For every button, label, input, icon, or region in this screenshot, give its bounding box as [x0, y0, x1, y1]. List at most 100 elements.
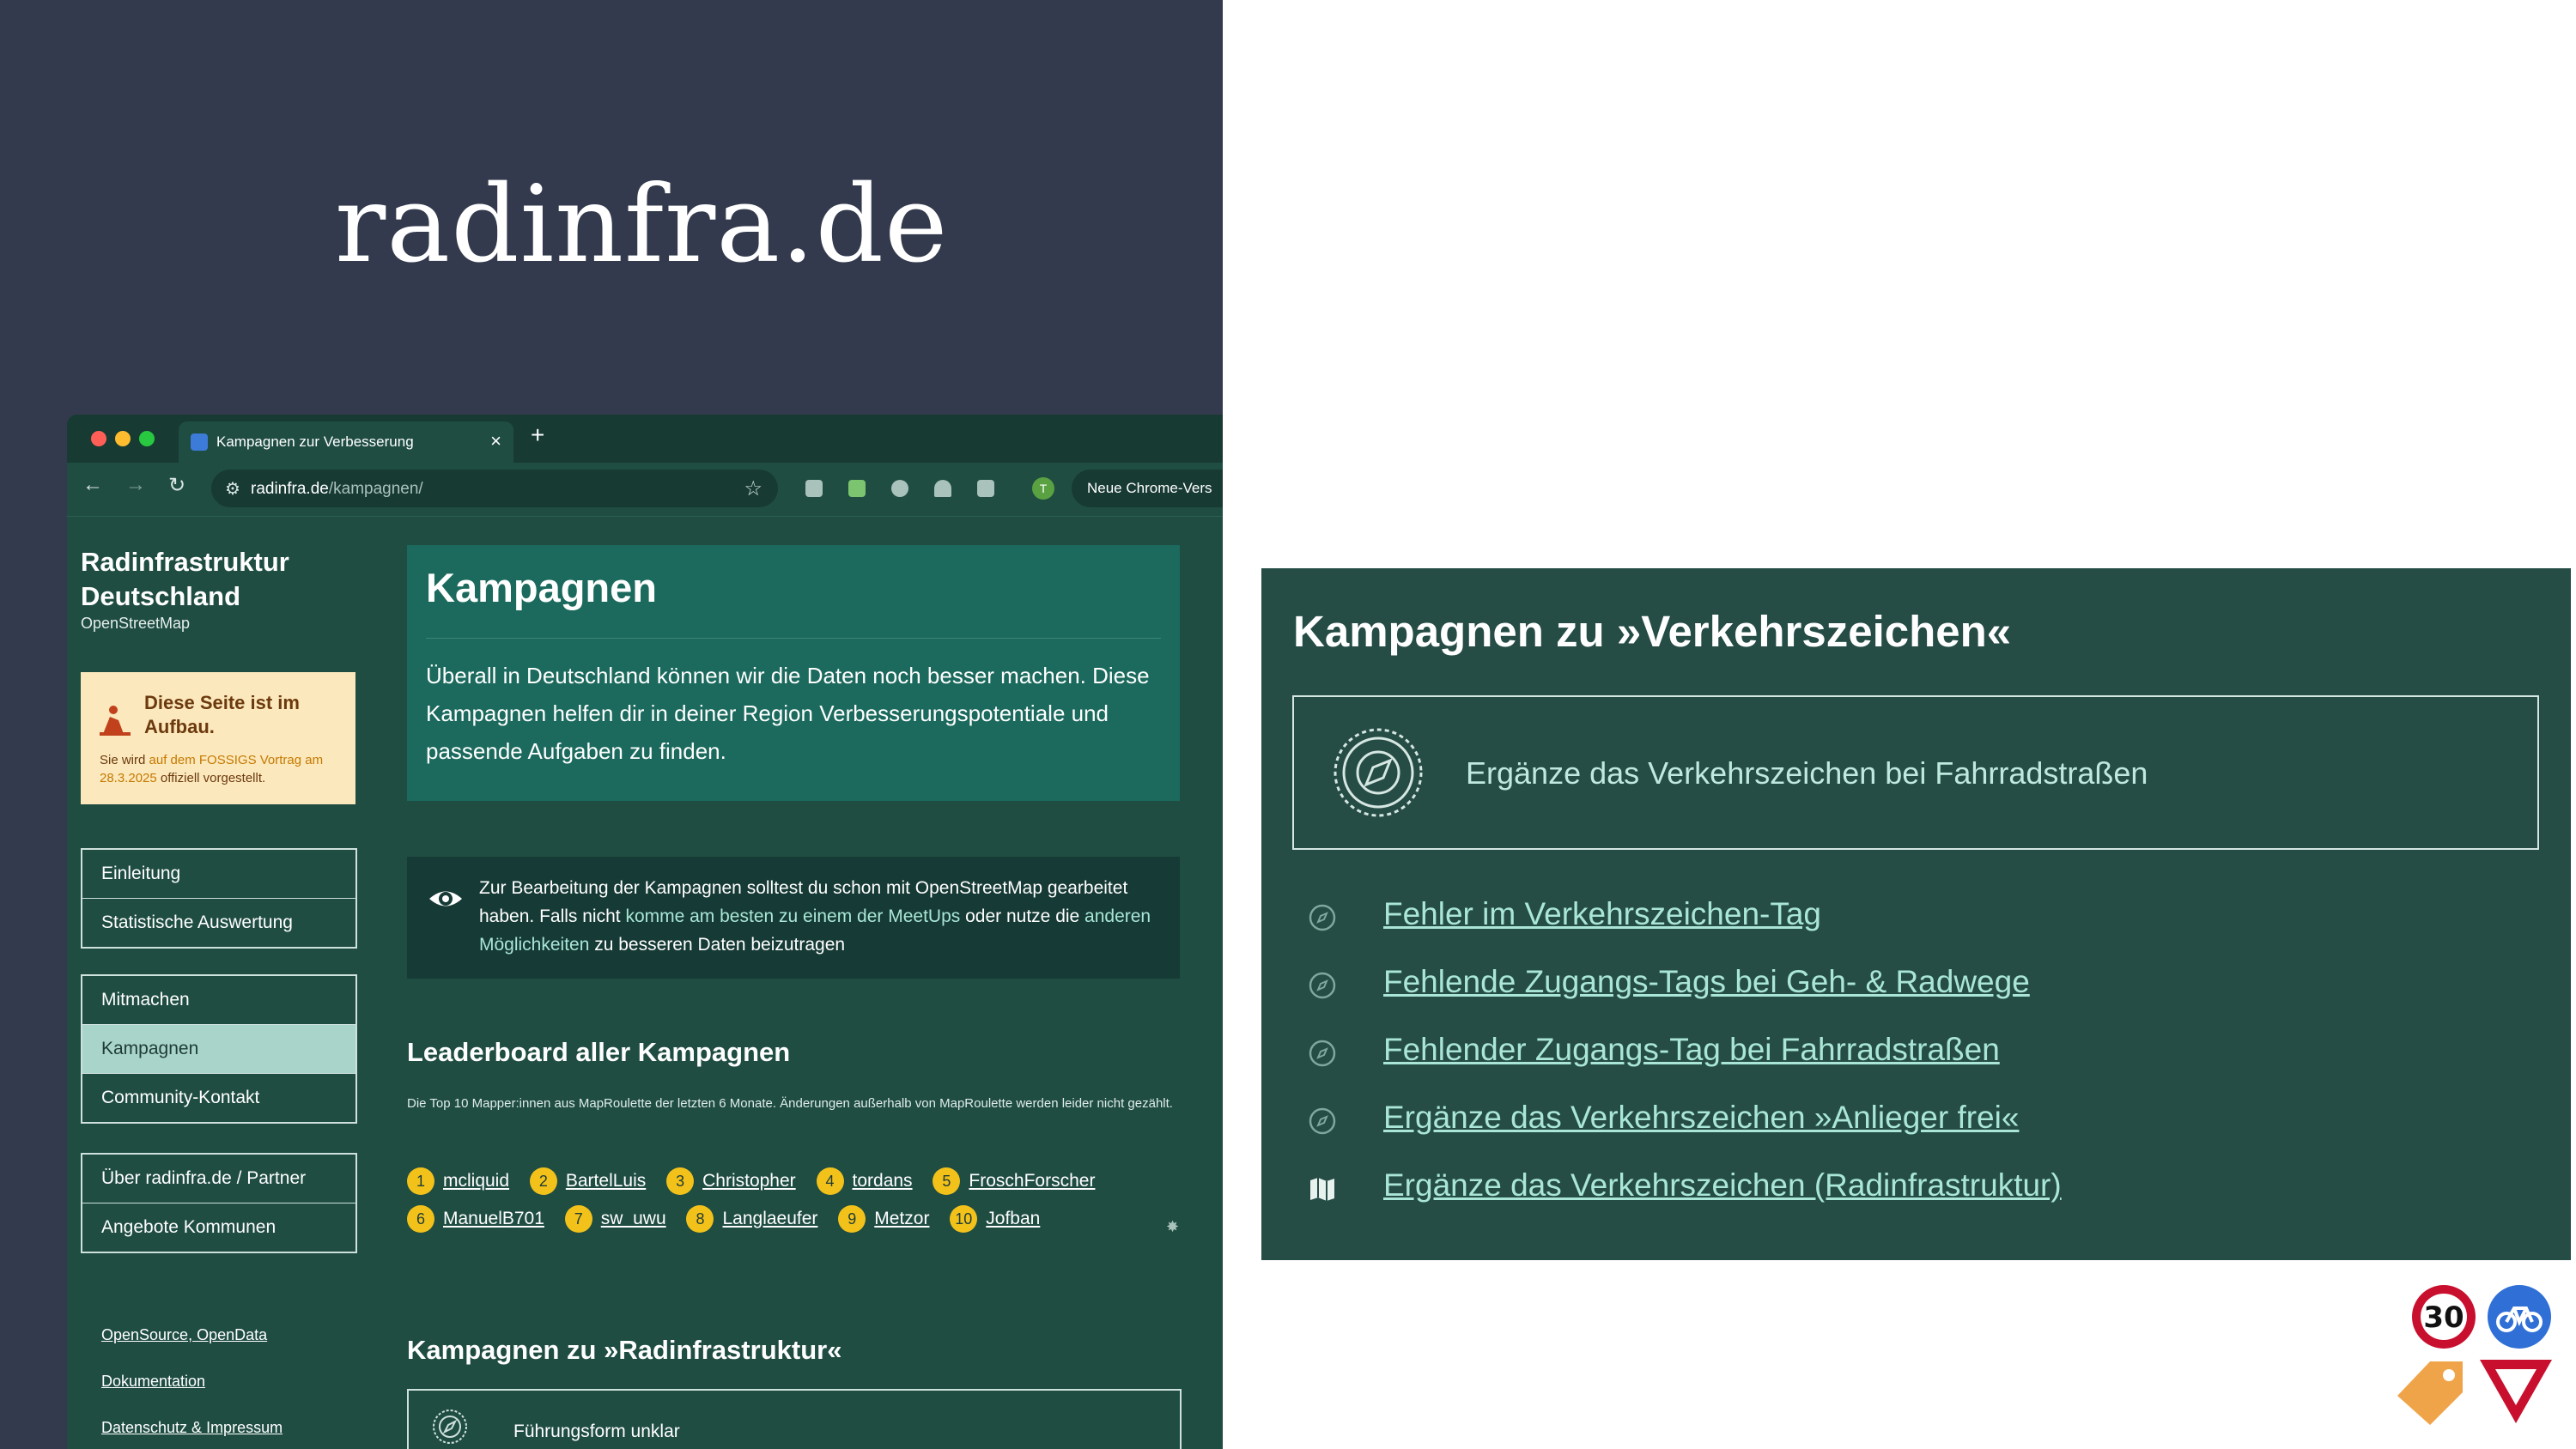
map-extension-icon[interactable] — [848, 480, 866, 497]
forward-arrow-icon[interactable]: → — [125, 473, 146, 497]
rank-badge: 1 — [407, 1167, 434, 1195]
compass-icon — [1309, 972, 1336, 999]
compass-icon — [1334, 728, 1423, 817]
footer-link-privacy[interactable]: Datenschutz & Impressum — [101, 1419, 283, 1437]
leaderboard-entry[interactable]: 3 Christopher — [666, 1167, 796, 1195]
close-window-button[interactable] — [91, 431, 106, 446]
rank-badge: 5 — [933, 1167, 961, 1195]
new-tab-button[interactable]: + — [531, 421, 544, 449]
chrome-update-button[interactable]: Neue Chrome-Vers — [1072, 470, 1223, 507]
map-icon — [1310, 1178, 1334, 1201]
nav-item-kommunen[interactable]: Angebote Kommunen — [82, 1203, 355, 1252]
mapper-name[interactable]: Metzor — [874, 1209, 929, 1228]
maximize-window-button[interactable] — [139, 431, 155, 446]
leaderboard-entry[interactable]: 4 tordans — [816, 1167, 913, 1195]
profile-avatar[interactable]: T — [1032, 477, 1054, 500]
speed-limit-value: 30 — [2423, 1300, 2464, 1335]
nav-item-mitmachen[interactable]: Mitmachen — [82, 976, 355, 1025]
zoom-section-title: Kampagnen zu »Verkehrszeichen« — [1293, 607, 2012, 656]
minimize-window-button[interactable] — [115, 431, 131, 446]
rank-badge: 6 — [407, 1205, 434, 1233]
mapper-name[interactable]: Langlaeufer — [722, 1209, 817, 1228]
featured-campaign-card[interactable]: Ergänze das Verkehrszeichen bei Fahrrads… — [1292, 695, 2539, 850]
favicon-icon — [191, 433, 208, 451]
compass-icon — [1309, 1107, 1336, 1135]
nav-item-community[interactable]: Community-Kontakt — [82, 1074, 355, 1122]
leaderboard-entry[interactable]: 5 FroschForscher — [933, 1167, 1095, 1195]
leaderboard-row-2: 6 ManuelB701 7 sw_uwu 8 Langlaeufer 9 Metzor… — [407, 1205, 1197, 1233]
leaderboard-entry[interactable]: 9 Metzor — [838, 1205, 929, 1233]
footer-link-docs[interactable]: Dokumentation — [101, 1373, 205, 1391]
slide-title: radinfra.de — [335, 163, 949, 287]
rank-badge: 3 — [666, 1167, 695, 1195]
meetups-link[interactable]: komme am besten zu einem der MeetUps — [625, 906, 960, 926]
compass-icon — [1309, 1040, 1336, 1067]
construction-worker-icon — [100, 706, 131, 736]
notice-text: Sie wird auf dem FOSSIGS Vortrag am 28.3… — [100, 753, 324, 785]
mapper-name[interactable]: BartelLuis — [566, 1171, 646, 1191]
extension-icon[interactable] — [805, 480, 823, 497]
rank-badge: 2 — [529, 1167, 557, 1195]
campaign-card[interactable]: Führungsform unklar — [407, 1389, 1182, 1449]
hero-box: Kampagnen Überall in Deutschland können … — [407, 545, 1180, 801]
bug-icon[interactable]: ✸ — [1166, 1218, 1179, 1236]
cloud-extension-icon[interactable] — [934, 480, 951, 497]
nav-item-kampagnen[interactable]: Kampagnen — [82, 1025, 355, 1074]
tab-close-icon[interactable]: × — [490, 430, 501, 452]
slide-left-panel: radinfra.de Kampagnen zur Verbesserung ×… — [0, 0, 1223, 1449]
leaderboard-entry[interactable]: 10 Jofban — [950, 1205, 1040, 1233]
hero-divider — [426, 638, 1161, 639]
mapper-name[interactable]: Christopher — [702, 1171, 796, 1191]
rank-badge: 8 — [686, 1205, 714, 1233]
mapper-name[interactable]: ManuelB701 — [443, 1209, 544, 1228]
leaderboard-title: Leaderboard aller Kampagnen — [407, 1037, 791, 1067]
site-title[interactable]: Radinfrastruktur Deutschland — [81, 545, 330, 614]
speed-limit-sign-icon: 30 — [2412, 1285, 2476, 1349]
campaign-link[interactable]: Ergänze das Verkehrszeichen »Anlieger fr… — [1383, 1100, 2019, 1136]
nav-item-einleitung[interactable]: Einleitung — [82, 850, 355, 899]
campaign-title[interactable]: Führungsform unklar — [513, 1422, 680, 1442]
leaderboard-entry[interactable]: 8 Langlaeufer — [686, 1205, 817, 1233]
bicycle-sign-icon — [2488, 1285, 2551, 1349]
rank-badge: 10 — [950, 1205, 978, 1233]
campaign-link[interactable]: Fehlender Zugangs-Tag bei Fahrradstraßen — [1383, 1032, 2000, 1068]
rank-badge: 9 — [838, 1205, 866, 1233]
nav-item-statistik[interactable]: Statistische Auswertung — [82, 899, 355, 947]
mapper-name[interactable]: tordans — [853, 1171, 913, 1191]
campaign-link[interactable]: Ergänze das Verkehrszeichen (Radinfrastr… — [1383, 1167, 2062, 1203]
nav-group-intro: Einleitung Statistische Auswertung — [81, 848, 357, 949]
mapper-name[interactable]: sw_uwu — [601, 1209, 666, 1228]
notice-title: Diese Seite ist im Aufbau. — [144, 692, 300, 737]
eye-icon — [429, 891, 462, 906]
footer-link-opensource[interactable]: OpenSource, OpenData — [101, 1326, 267, 1344]
mapper-name[interactable]: FroschForscher — [969, 1171, 1095, 1191]
mapper-name[interactable]: mcliquid — [443, 1171, 509, 1191]
puzzle-extensions-icon[interactable] — [977, 480, 994, 497]
campaign-link[interactable]: Fehlende Zugangs-Tags bei Geh- & Radwege — [1383, 964, 2030, 1000]
page-title: Kampagnen — [426, 565, 657, 610]
browser-tab[interactable]: Kampagnen zur Verbesserung × — [179, 421, 513, 463]
section-title-radinfra: Kampagnen zu »Radinfrastruktur« — [407, 1335, 842, 1365]
browser-toolbar: ← → ↻ ⚙ radinfra.de/kampagnen/ ☆ T Neue … — [67, 463, 1223, 517]
info-extension-icon[interactable] — [891, 480, 908, 497]
leaderboard-entry[interactable]: 7 sw_uwu — [564, 1205, 666, 1233]
site-settings-icon[interactable]: ⚙ — [225, 478, 240, 500]
mapper-name[interactable]: Jofban — [986, 1209, 1040, 1228]
leaderboard-entry[interactable]: 6 ManuelB701 — [407, 1205, 544, 1233]
nav-item-about[interactable]: Über radinfra.de / Partner — [82, 1155, 355, 1203]
bookmark-star-icon[interactable]: ☆ — [744, 476, 762, 501]
browser-window: Kampagnen zur Verbesserung × + ← → ↻ ⚙ r… — [67, 415, 1223, 1449]
campaign-link[interactable]: Fehler im Verkehrszeichen-Tag — [1383, 896, 1821, 932]
reload-icon[interactable]: ↻ — [168, 473, 185, 498]
url-text: radinfra.de/kampagnen/ — [251, 480, 423, 498]
address-bar[interactable]: ⚙ radinfra.de/kampagnen/ ☆ — [211, 470, 778, 507]
info-text: Zur Bearbeitung der Kampagnen solltest d… — [479, 878, 1151, 955]
leaderboard-entry[interactable]: 1 mcliquid — [407, 1167, 509, 1195]
leaderboard-subtitle: Die Top 10 Mapper:innen aus MapRoulette … — [407, 1096, 1173, 1111]
featured-campaign-title[interactable]: Ergänze das Verkehrszeichen bei Fahrrads… — [1466, 755, 2148, 791]
tab-title: Kampagnen zur Verbesserung — [216, 433, 414, 450]
back-arrow-icon[interactable]: ← — [82, 473, 103, 497]
compass-icon — [1309, 904, 1336, 931]
leaderboard-entry[interactable]: 2 BartelLuis — [529, 1167, 646, 1195]
site-subtitle: OpenStreetMap — [81, 615, 191, 632]
